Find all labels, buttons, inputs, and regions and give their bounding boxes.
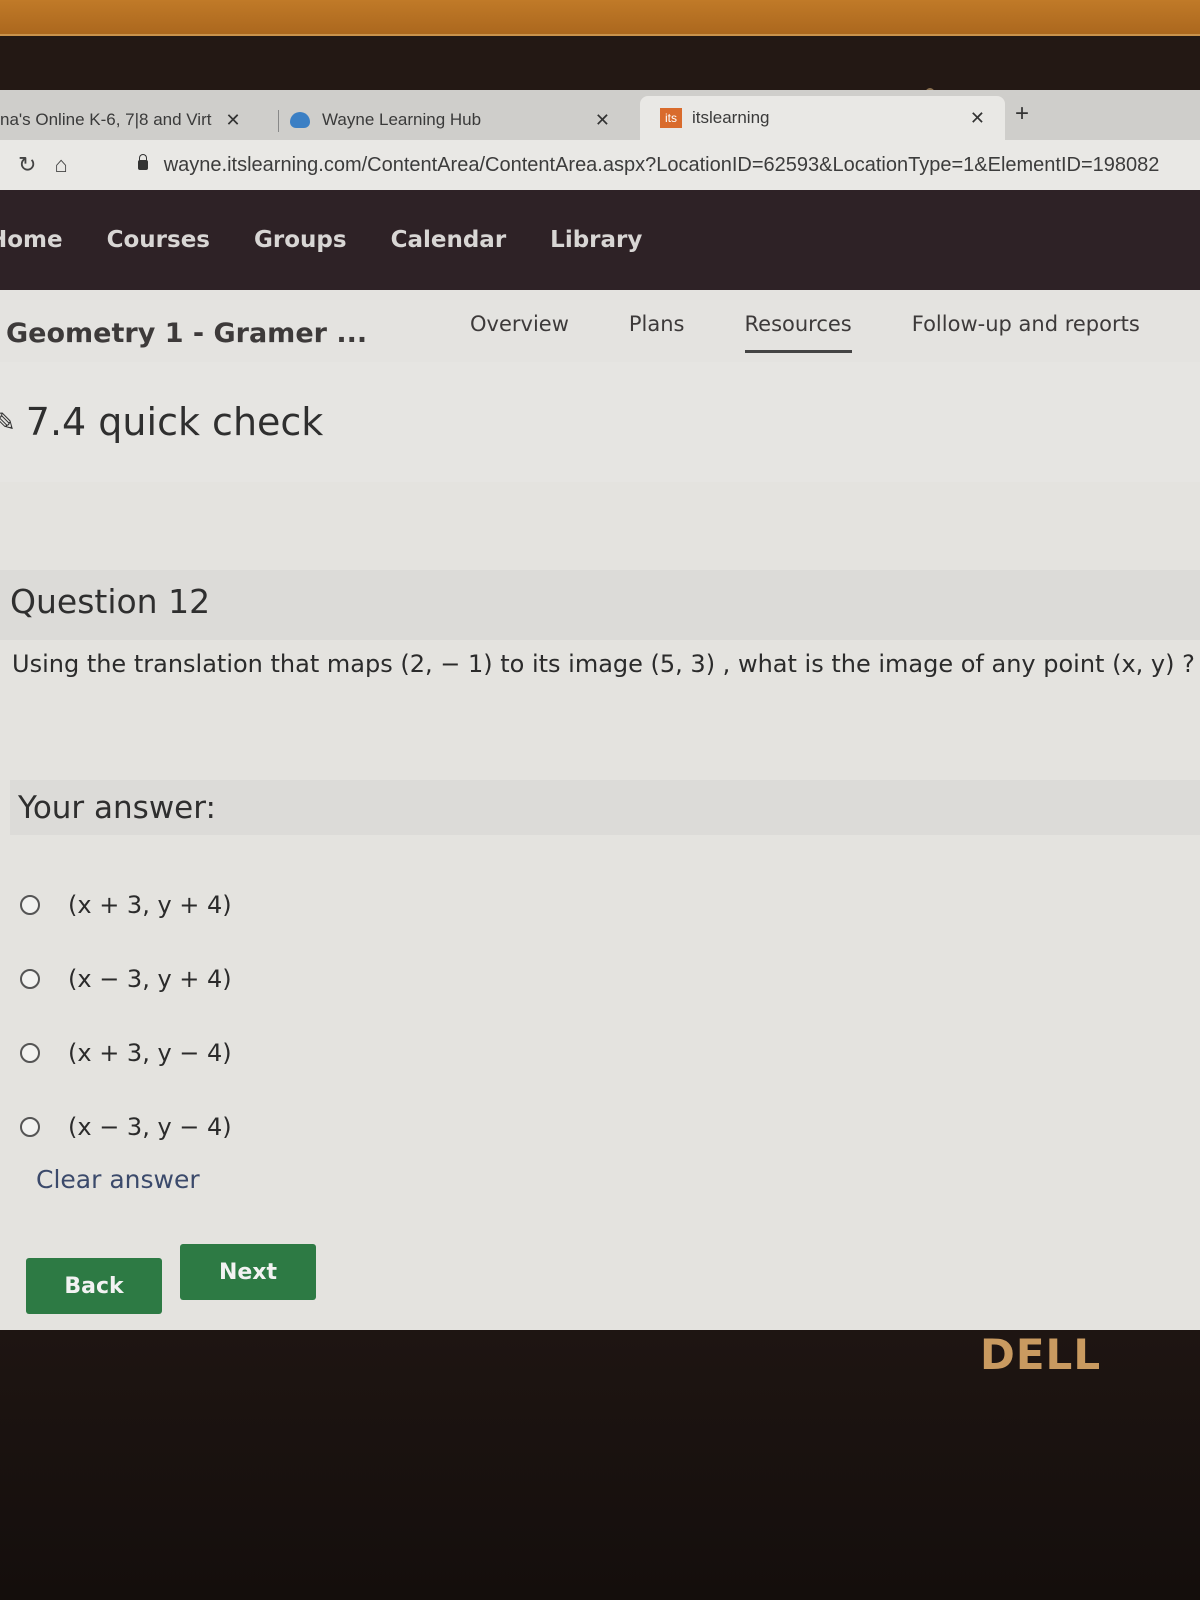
radio-button[interactable] — [20, 1043, 40, 1063]
page-title-row: ✎ 7.4 quick check — [0, 362, 1200, 482]
answer-header: Your answer: — [10, 780, 1200, 835]
reload-icon[interactable]: ↻ — [18, 152, 36, 178]
course-tabs: Overview Plans Resources Follow-up and r… — [470, 312, 1200, 353]
its-icon: its — [660, 108, 682, 128]
main-navigation: Home Courses Groups Calendar Library — [0, 190, 1200, 290]
url-field[interactable]: wayne.itslearning.com/ContentArea/Conten… — [164, 154, 1160, 177]
browser-tab-wayne-learning-hub[interactable]: Wayne Learning Hub ✕ — [290, 100, 630, 140]
lock-icon — [137, 154, 148, 170]
course-title[interactable]: Geometry 1 - Gramer ... — [6, 318, 367, 349]
tab-overview[interactable]: Overview — [470, 312, 569, 353]
laptop-bezel-top — [0, 34, 1200, 100]
tab-strip: na's Online K-6, 7|8 and Virt ✕ Wayne Le… — [0, 90, 1200, 140]
browser-window: na's Online K-6, 7|8 and Virt ✕ Wayne Le… — [0, 90, 1200, 1330]
option-label: (x − 3, y − 4) — [68, 1113, 232, 1141]
tab-follow-up-and-reports[interactable]: Follow-up and reports — [912, 312, 1140, 353]
nav-item-groups[interactable]: Groups — [254, 227, 347, 253]
answer-heading: Your answer: — [18, 790, 216, 826]
answer-option[interactable]: (x − 3, y + 4) — [20, 942, 232, 1016]
new-tab-button[interactable]: + — [1015, 100, 1029, 128]
close-tab-icon[interactable]: ✕ — [225, 110, 240, 131]
answer-options: (x + 3, y + 4) (x − 3, y + 4) (x + 3, y … — [20, 868, 232, 1164]
next-button[interactable]: Next — [180, 1244, 316, 1300]
home-icon[interactable]: ⌂ — [54, 152, 67, 178]
radio-button[interactable] — [20, 895, 40, 915]
tab-title: na's Online K-6, 7|8 and Virt — [0, 110, 212, 129]
clear-answer-link[interactable]: Clear answer — [36, 1165, 200, 1194]
close-tab-icon[interactable]: ✕ — [595, 110, 610, 131]
question-number: Question 12 — [10, 582, 211, 621]
answer-option[interactable]: (x + 3, y − 4) — [20, 1016, 232, 1090]
cloud-icon — [290, 112, 310, 128]
option-label: (x − 3, y + 4) — [68, 965, 232, 993]
browser-tab-itslearning[interactable]: its itslearning ✕ — [640, 96, 1005, 140]
radio-button[interactable] — [20, 1117, 40, 1137]
answer-option[interactable]: (x − 3, y − 4) — [20, 1090, 232, 1164]
page-title: 7.4 quick check — [25, 400, 324, 444]
tab-divider — [278, 110, 279, 132]
edit-pencil-icon: ✎ — [0, 406, 16, 437]
tab-title: itslearning — [692, 108, 770, 127]
radio-button[interactable] — [20, 969, 40, 989]
nav-item-calendar[interactable]: Calendar — [391, 227, 507, 253]
option-label: (x + 3, y − 4) — [68, 1039, 232, 1067]
tab-plans[interactable]: Plans — [629, 312, 685, 353]
nav-item-courses[interactable]: Courses — [107, 227, 210, 253]
option-label: (x + 3, y + 4) — [68, 891, 232, 919]
tab-resources[interactable]: Resources — [744, 312, 852, 353]
answer-option[interactable]: (x + 3, y + 4) — [20, 868, 232, 942]
nav-item-home[interactable]: Home — [0, 227, 63, 253]
question-header: Question 12 — [0, 570, 1200, 640]
question-text: Using the translation that maps (2, − 1)… — [12, 650, 1195, 678]
nav-item-library[interactable]: Library — [550, 227, 642, 253]
tab-title: Wayne Learning Hub — [322, 110, 482, 129]
browser-tab-online-school[interactable]: na's Online K-6, 7|8 and Virt ✕ — [0, 100, 270, 140]
close-tab-icon[interactable]: ✕ — [970, 108, 985, 129]
course-header: Geometry 1 - Gramer ... Overview Plans R… — [0, 290, 1200, 363]
address-bar: ↻ ⌂ wayne.itslearning.com/ContentArea/Co… — [0, 140, 1200, 190]
dell-logo: DELL — [980, 1330, 1102, 1379]
back-button[interactable]: Back — [26, 1258, 162, 1314]
